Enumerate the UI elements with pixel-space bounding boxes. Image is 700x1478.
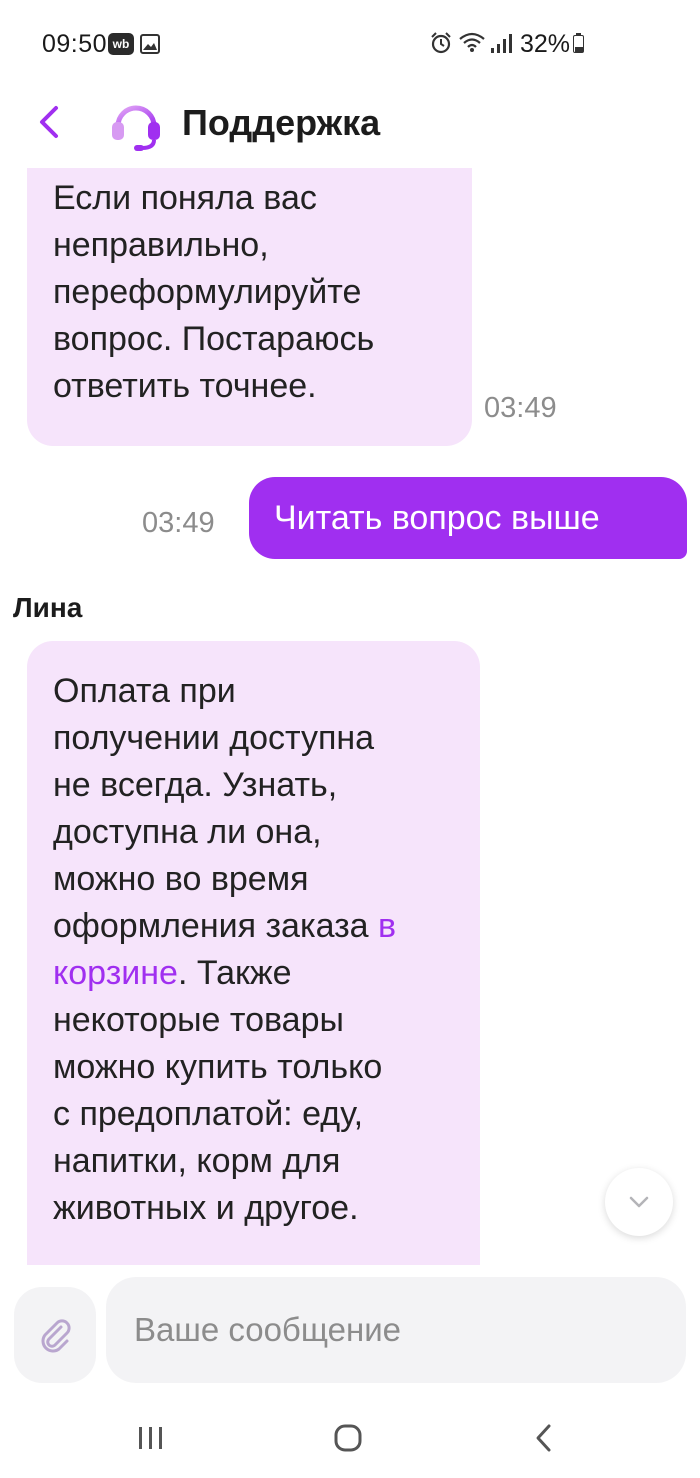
message-time: 03:49 <box>142 507 215 539</box>
gallery-icon <box>140 34 160 54</box>
sender-name: Лина <box>13 592 83 623</box>
signal-icon <box>491 34 512 53</box>
message-input[interactable] <box>106 1277 686 1383</box>
recents-icon[interactable] <box>136 1425 166 1451</box>
wifi-icon <box>459 32 485 52</box>
battery-icon <box>573 33 584 53</box>
status-time: 09:50 <box>42 30 108 58</box>
chevron-left-icon <box>40 106 58 138</box>
message-composer <box>0 1265 700 1395</box>
chat-header: Поддержка <box>0 88 700 168</box>
message-time: 03:49 <box>484 392 557 424</box>
cart-link[interactable]: в <box>378 907 396 945</box>
cart-link[interactable]: корзине <box>53 954 178 992</box>
home-icon[interactable] <box>333 1423 363 1453</box>
page-title: Поддержка <box>182 102 381 143</box>
wb-badge-icon: wb <box>108 33 134 55</box>
paperclip-icon <box>41 1319 71 1353</box>
incoming-message[interactable]: Если поняла вас неправильно, переформули… <box>27 168 472 446</box>
chevron-down-icon <box>629 1196 649 1208</box>
headset-icon <box>112 105 160 151</box>
attach-button[interactable] <box>14 1287 96 1383</box>
system-nav-bar <box>0 1395 700 1478</box>
status-bar: 09:50 wb 32% <box>0 0 700 88</box>
scroll-down-button[interactable] <box>605 1168 673 1236</box>
message-text: Если поняла вас неправильно, переформули… <box>53 179 375 405</box>
message-text: Оплата при получении доступна не всегда.… <box>53 672 397 1227</box>
outgoing-message[interactable]: Читать вопрос выше <box>249 477 687 559</box>
battery-percent: 32% <box>520 30 571 58</box>
back-button[interactable] <box>32 102 72 142</box>
alarm-icon <box>431 32 451 54</box>
message-list[interactable]: Если поняла вас неправильно, переформули… <box>0 168 700 1265</box>
back-icon[interactable] <box>533 1423 555 1453</box>
incoming-message[interactable]: Оплата при получении доступна не всегда.… <box>27 641 480 1265</box>
